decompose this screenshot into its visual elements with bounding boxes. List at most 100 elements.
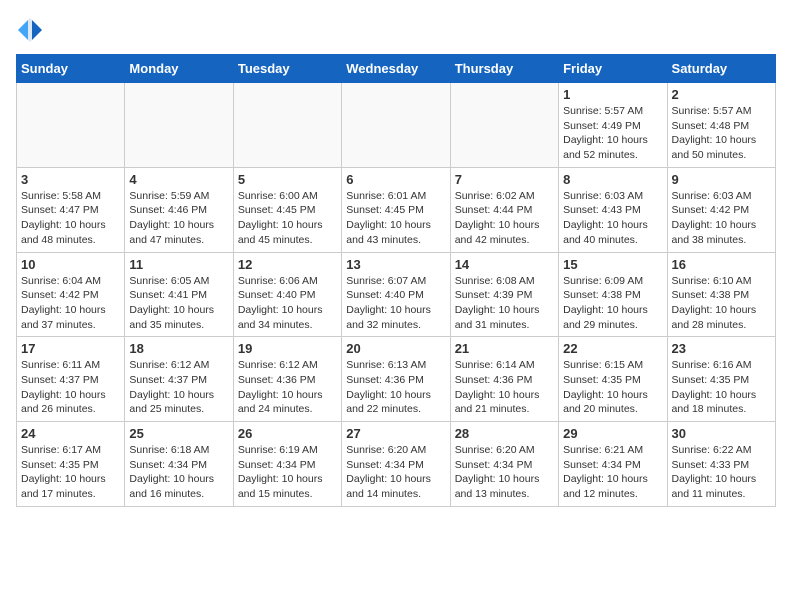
calendar-cell: 18Sunrise: 6:12 AM Sunset: 4:37 PM Dayli… bbox=[125, 337, 233, 422]
day-number: 27 bbox=[346, 426, 445, 441]
calendar-cell: 29 Sunrise: 6:21 AM Sunset: 4:34 PM Dayli… bbox=[559, 422, 667, 507]
day-info: Sunrise: 6:05 AM Sunset: 4:41 PM Dayligh… bbox=[129, 274, 228, 333]
day-info: Sunrise: 6:21 AM Sunset: 4:34 PM Dayligh… bbox=[563, 443, 662, 502]
day-number: 2 bbox=[672, 87, 771, 102]
day-info: Sunrise: 6:03 AM Sunset: 4:42 PM Dayligh… bbox=[672, 189, 771, 248]
logo-icon bbox=[16, 16, 44, 44]
calendar-cell: 6Sunrise: 6:01 AM Sunset: 4:45 PM Daylig… bbox=[342, 167, 450, 252]
calendar-week-row: 24 Sunrise: 6:17 AM Sunset: 4:35 PM Dayli… bbox=[17, 422, 776, 507]
calendar-cell: 22Sunrise: 6:15 AM Sunset: 4:35 PM Dayli… bbox=[559, 337, 667, 422]
calendar-day-header: Thursday bbox=[450, 55, 558, 83]
calendar-day-header: Monday bbox=[125, 55, 233, 83]
day-info: Sunrise: 6:20 AM Sunset: 4:34 PM Dayligh… bbox=[455, 443, 554, 502]
calendar-cell bbox=[17, 83, 125, 168]
day-number: 15 bbox=[563, 257, 662, 272]
calendar-cell: 14 Sunrise: 6:08 AM Sunset: 4:39 PM Dayli… bbox=[450, 252, 558, 337]
day-number: 16 bbox=[672, 257, 771, 272]
calendar-cell: 20 Sunrise: 6:13 AM Sunset: 4:36 PM Dayli… bbox=[342, 337, 450, 422]
day-info: Sunrise: 6:20 AM Sunset: 4:34 PM Dayligh… bbox=[346, 443, 445, 502]
calendar-day-header: Friday bbox=[559, 55, 667, 83]
calendar-cell: 16 Sunrise: 6:10 AM Sunset: 4:38 PM Dayli… bbox=[667, 252, 775, 337]
calendar-cell: 23 Sunrise: 6:16 AM Sunset: 4:35 PM Dayli… bbox=[667, 337, 775, 422]
calendar-cell: 10 Sunrise: 6:04 AM Sunset: 4:42 PM Dayli… bbox=[17, 252, 125, 337]
logo bbox=[16, 16, 48, 44]
day-info: Sunrise: 6:11 AM Sunset: 4:37 PM Dayligh… bbox=[21, 358, 120, 417]
calendar-cell bbox=[342, 83, 450, 168]
calendar-cell bbox=[450, 83, 558, 168]
calendar-cell: 25 Sunrise: 6:18 AM Sunset: 4:34 PM Dayli… bbox=[125, 422, 233, 507]
calendar-cell: 30Sunrise: 6:22 AM Sunset: 4:33 PM Dayli… bbox=[667, 422, 775, 507]
day-info: Sunrise: 6:19 AM Sunset: 4:34 PM Dayligh… bbox=[238, 443, 337, 502]
day-info: Sunrise: 5:57 AM Sunset: 4:48 PM Dayligh… bbox=[672, 104, 771, 163]
day-info: Sunrise: 6:03 AM Sunset: 4:43 PM Dayligh… bbox=[563, 189, 662, 248]
day-info: Sunrise: 6:07 AM Sunset: 4:40 PM Dayligh… bbox=[346, 274, 445, 333]
calendar-cell bbox=[233, 83, 341, 168]
calendar-day-header: Wednesday bbox=[342, 55, 450, 83]
day-number: 17 bbox=[21, 341, 120, 356]
calendar-cell: 27 Sunrise: 6:20 AM Sunset: 4:34 PM Dayli… bbox=[342, 422, 450, 507]
day-number: 12 bbox=[238, 257, 337, 272]
calendar-cell bbox=[125, 83, 233, 168]
day-info: Sunrise: 6:06 AM Sunset: 4:40 PM Dayligh… bbox=[238, 274, 337, 333]
calendar-cell: 13 Sunrise: 6:07 AM Sunset: 4:40 PM Dayli… bbox=[342, 252, 450, 337]
day-number: 4 bbox=[129, 172, 228, 187]
day-info: Sunrise: 6:10 AM Sunset: 4:38 PM Dayligh… bbox=[672, 274, 771, 333]
day-number: 26 bbox=[238, 426, 337, 441]
day-number: 25 bbox=[129, 426, 228, 441]
day-number: 19 bbox=[238, 341, 337, 356]
day-number: 11 bbox=[129, 257, 228, 272]
calendar-cell: 26 Sunrise: 6:19 AM Sunset: 4:34 PM Dayli… bbox=[233, 422, 341, 507]
day-info: Sunrise: 6:14 AM Sunset: 4:36 PM Dayligh… bbox=[455, 358, 554, 417]
day-info: Sunrise: 6:00 AM Sunset: 4:45 PM Dayligh… bbox=[238, 189, 337, 248]
day-number: 23 bbox=[672, 341, 771, 356]
calendar-cell: 28Sunrise: 6:20 AM Sunset: 4:34 PM Dayli… bbox=[450, 422, 558, 507]
day-number: 14 bbox=[455, 257, 554, 272]
calendar-day-header: Tuesday bbox=[233, 55, 341, 83]
day-info: Sunrise: 6:12 AM Sunset: 4:36 PM Dayligh… bbox=[238, 358, 337, 417]
calendar-cell: 3Sunrise: 5:58 AM Sunset: 4:47 PM Daylig… bbox=[17, 167, 125, 252]
calendar-day-header: Saturday bbox=[667, 55, 775, 83]
calendar-cell: 21 Sunrise: 6:14 AM Sunset: 4:36 PM Dayli… bbox=[450, 337, 558, 422]
calendar-week-row: 10 Sunrise: 6:04 AM Sunset: 4:42 PM Dayli… bbox=[17, 252, 776, 337]
calendar-week-row: 3Sunrise: 5:58 AM Sunset: 4:47 PM Daylig… bbox=[17, 167, 776, 252]
day-number: 1 bbox=[563, 87, 662, 102]
calendar-cell: 8 Sunrise: 6:03 AM Sunset: 4:43 PM Daylig… bbox=[559, 167, 667, 252]
day-info: Sunrise: 6:15 AM Sunset: 4:35 PM Dayligh… bbox=[563, 358, 662, 417]
day-number: 10 bbox=[21, 257, 120, 272]
calendar-cell: 5 Sunrise: 6:00 AM Sunset: 4:45 PM Daylig… bbox=[233, 167, 341, 252]
day-number: 18 bbox=[129, 341, 228, 356]
calendar-cell: 17 Sunrise: 6:11 AM Sunset: 4:37 PM Dayli… bbox=[17, 337, 125, 422]
day-number: 24 bbox=[21, 426, 120, 441]
day-info: Sunrise: 5:58 AM Sunset: 4:47 PM Dayligh… bbox=[21, 189, 120, 248]
calendar-cell: 19 Sunrise: 6:12 AM Sunset: 4:36 PM Dayli… bbox=[233, 337, 341, 422]
day-number: 6 bbox=[346, 172, 445, 187]
day-number: 20 bbox=[346, 341, 445, 356]
day-info: Sunrise: 6:16 AM Sunset: 4:35 PM Dayligh… bbox=[672, 358, 771, 417]
day-info: Sunrise: 6:13 AM Sunset: 4:36 PM Dayligh… bbox=[346, 358, 445, 417]
day-info: Sunrise: 6:09 AM Sunset: 4:38 PM Dayligh… bbox=[563, 274, 662, 333]
calendar-cell: 7Sunrise: 6:02 AM Sunset: 4:44 PM Daylig… bbox=[450, 167, 558, 252]
day-number: 5 bbox=[238, 172, 337, 187]
day-info: Sunrise: 6:08 AM Sunset: 4:39 PM Dayligh… bbox=[455, 274, 554, 333]
calendar-cell: 11 Sunrise: 6:05 AM Sunset: 4:41 PM Dayli… bbox=[125, 252, 233, 337]
day-number: 21 bbox=[455, 341, 554, 356]
day-number: 13 bbox=[346, 257, 445, 272]
calendar-table: SundayMondayTuesdayWednesdayThursdayFrid… bbox=[16, 54, 776, 507]
calendar-day-header: Sunday bbox=[17, 55, 125, 83]
calendar-cell: 2 Sunrise: 5:57 AM Sunset: 4:48 PM Daylig… bbox=[667, 83, 775, 168]
calendar-cell: 9 Sunrise: 6:03 AM Sunset: 4:42 PM Daylig… bbox=[667, 167, 775, 252]
calendar-week-row: 1Sunrise: 5:57 AM Sunset: 4:49 PM Daylig… bbox=[17, 83, 776, 168]
day-number: 29 bbox=[563, 426, 662, 441]
calendar-header-row: SundayMondayTuesdayWednesdayThursdayFrid… bbox=[17, 55, 776, 83]
day-info: Sunrise: 6:18 AM Sunset: 4:34 PM Dayligh… bbox=[129, 443, 228, 502]
day-info: Sunrise: 6:22 AM Sunset: 4:33 PM Dayligh… bbox=[672, 443, 771, 502]
calendar-cell: 1Sunrise: 5:57 AM Sunset: 4:49 PM Daylig… bbox=[559, 83, 667, 168]
calendar-cell: 24 Sunrise: 6:17 AM Sunset: 4:35 PM Dayli… bbox=[17, 422, 125, 507]
day-info: Sunrise: 6:17 AM Sunset: 4:35 PM Dayligh… bbox=[21, 443, 120, 502]
calendar-cell: 12 Sunrise: 6:06 AM Sunset: 4:40 PM Dayli… bbox=[233, 252, 341, 337]
day-info: Sunrise: 5:59 AM Sunset: 4:46 PM Dayligh… bbox=[129, 189, 228, 248]
calendar-cell: 4 Sunrise: 5:59 AM Sunset: 4:46 PM Daylig… bbox=[125, 167, 233, 252]
day-number: 9 bbox=[672, 172, 771, 187]
day-number: 8 bbox=[563, 172, 662, 187]
day-info: Sunrise: 6:04 AM Sunset: 4:42 PM Dayligh… bbox=[21, 274, 120, 333]
